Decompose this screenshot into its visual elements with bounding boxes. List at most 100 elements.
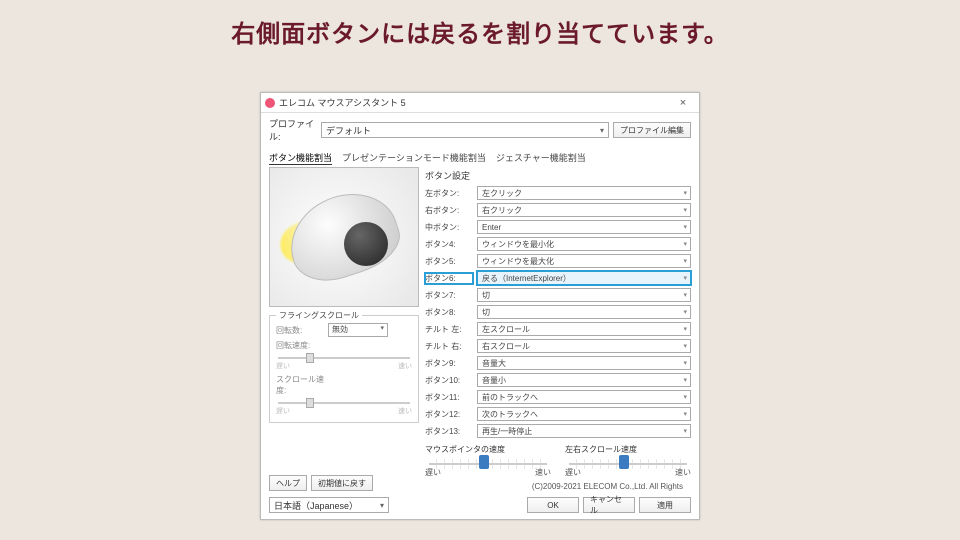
tabs: ボタン機能割当 プレゼンテーションモード機能割当 ジェスチャー機能割当: [261, 147, 699, 167]
assign-value: 右スクロール: [482, 341, 530, 352]
assign-select[interactable]: 右スクロール: [477, 339, 691, 353]
close-icon[interactable]: ×: [671, 97, 695, 109]
lr-scroll-thumb[interactable]: [619, 455, 629, 469]
scroll-speed-thumb[interactable]: [306, 398, 314, 408]
pointer-speed-thumb[interactable]: [479, 455, 489, 469]
lr-scroll-block: 左右スクロール速度 遅い 速い: [565, 444, 691, 478]
assign-label: ボタン11:: [425, 392, 473, 403]
lr-scroll-slider[interactable]: [569, 463, 687, 465]
assign-value: 再生/一時停止: [482, 426, 532, 437]
assign-value: Enter: [482, 223, 501, 232]
assign-row: 右ボタン: 右クリック: [425, 203, 691, 217]
apply-button[interactable]: 適用: [639, 497, 691, 513]
assign-select[interactable]: 切: [477, 288, 691, 302]
assign-select[interactable]: 前のトラックへ: [477, 390, 691, 404]
assign-select[interactable]: ウィンドウを最大化: [477, 254, 691, 268]
profile-edit-button[interactable]: プロファイル編集: [613, 122, 691, 138]
tab-presentation[interactable]: プレゼンテーションモード機能割当: [342, 151, 486, 165]
window-title: エレコム マウスアシスタント 5: [279, 96, 671, 109]
assignments-list: 左ボタン:左クリック右ボタン: 右クリック中ボタン: Enter ボタン4: ウィンドウ…: [425, 186, 691, 438]
assign-row: ボタン10: 音量小: [425, 373, 691, 387]
pointer-speed-label: マウスポインタの速度: [425, 444, 551, 455]
page-headline: 右側面ボタンには戻るを割り当てています。: [0, 0, 960, 59]
assign-label: ボタン12:: [425, 409, 473, 420]
rot-speed-label: 回転速度:: [276, 340, 324, 351]
assign-select[interactable]: ウィンドウを最小化: [477, 237, 691, 251]
assign-label: ボタン6:: [425, 273, 473, 284]
assign-row: ボタン11: 前のトラックへ: [425, 390, 691, 404]
rotation-label: 回転数:: [276, 325, 324, 336]
scroll-speed-label: スクロール速度:: [276, 374, 324, 396]
assign-select[interactable]: 音量大: [477, 356, 691, 370]
assign-value: 音量大: [482, 358, 506, 369]
assign-value: 左クリック: [482, 188, 522, 199]
rotation-select[interactable]: 無効: [328, 323, 388, 337]
pointer-speed-slider[interactable]: [429, 463, 547, 465]
language-select[interactable]: 日本語（Japanese）: [269, 497, 389, 513]
button-settings-label: ボタン設定: [425, 169, 691, 182]
cancel-button[interactable]: キャンセル: [583, 497, 635, 513]
assign-label: ボタン7:: [425, 290, 473, 301]
tab-button-assign[interactable]: ボタン機能割当: [269, 151, 332, 165]
assign-select[interactable]: 左スクロール: [477, 322, 691, 336]
assign-select[interactable]: 切: [477, 305, 691, 319]
rot-fast: 速い: [398, 361, 412, 371]
lr-scroll-label: 左右スクロール速度: [565, 444, 691, 455]
assign-row: ボタン8: 切: [425, 305, 691, 319]
copyright-text: (C)2009-2021 ELECOM Co.,Ltd. All Rights: [425, 478, 691, 491]
assign-row: ボタン13: 再生/一時停止: [425, 424, 691, 438]
scroll-speed-slider[interactable]: [278, 402, 410, 404]
assign-row: ボタン7: 切: [425, 288, 691, 302]
profile-label: プロファイル:: [269, 117, 317, 143]
help-button[interactable]: ヘルプ: [269, 475, 307, 491]
assign-label: ボタン5:: [425, 256, 473, 267]
assign-row: 中ボタン: Enter: [425, 220, 691, 234]
assign-value: 右クリック: [482, 205, 522, 216]
flying-scroll-group: フライングスクロール 回転数: 無効 回転速度: 遅い 速い: [269, 315, 419, 423]
profile-select[interactable]: デフォルト: [321, 122, 609, 138]
assign-label: ボタン8:: [425, 307, 473, 318]
assign-row: チルト 左:左スクロール: [425, 322, 691, 336]
assign-label: 中ボタン:: [425, 222, 473, 233]
rot-speed-slider[interactable]: [278, 357, 410, 359]
assign-value: ウィンドウを最大化: [482, 256, 554, 267]
assign-label: ボタン13:: [425, 426, 473, 437]
assign-row: チルト 右: 右スクロール: [425, 339, 691, 353]
pointer-speed-block: マウスポインタの速度 遅い 速い: [425, 444, 551, 478]
assign-label: ボタン10:: [425, 375, 473, 386]
mouse-body: [278, 181, 407, 291]
assign-row: 左ボタン:左クリック: [425, 186, 691, 200]
assign-value: ウィンドウを最小化: [482, 239, 554, 250]
assign-select[interactable]: Enter: [477, 220, 691, 234]
assign-value: 左スクロール: [482, 324, 530, 335]
assign-value: 戻る（InternetExplorer）: [482, 273, 571, 284]
scroll-fast: 速い: [398, 406, 412, 416]
titlebar: エレコム マウスアシスタント 5 ×: [261, 93, 699, 113]
settings-window: エレコム マウスアシスタント 5 × プロファイル: デフォルト プロファイル編…: [260, 92, 700, 520]
assign-row: ボタン6: 戻る（InternetExplorer）: [425, 271, 691, 285]
assign-row: ボタン9: 音量大: [425, 356, 691, 370]
assign-select[interactable]: 左クリック: [477, 186, 691, 200]
assign-label: ボタン9:: [425, 358, 473, 369]
flying-legend: フライングスクロール: [276, 310, 362, 321]
assign-label: チルト 右:: [425, 341, 473, 352]
assign-select[interactable]: 右クリック: [477, 203, 691, 217]
reset-button[interactable]: 初期値に戻す: [311, 475, 373, 491]
tab-gesture[interactable]: ジェスチャー機能割当: [496, 151, 586, 165]
assign-row: ボタン5: ウィンドウを最大化: [425, 254, 691, 268]
rot-speed-thumb[interactable]: [306, 353, 314, 363]
rot-slow: 遅い: [276, 361, 290, 371]
scroll-slow: 遅い: [276, 406, 290, 416]
assign-select[interactable]: 音量小: [477, 373, 691, 387]
assign-value: 切: [482, 307, 490, 318]
assign-select[interactable]: 戻る（InternetExplorer）: [477, 271, 691, 285]
assign-select[interactable]: 次のトラックへ: [477, 407, 691, 421]
assign-value: 切: [482, 290, 490, 301]
assign-value: 音量小: [482, 375, 506, 386]
ok-button[interactable]: OK: [527, 497, 579, 513]
assign-label: 右ボタン:: [425, 205, 473, 216]
assign-row: ボタン12: 次のトラックへ: [425, 407, 691, 421]
assign-label: ボタン4:: [425, 239, 473, 250]
language-value: 日本語（Japanese）: [274, 499, 358, 512]
assign-select[interactable]: 再生/一時停止: [477, 424, 691, 438]
